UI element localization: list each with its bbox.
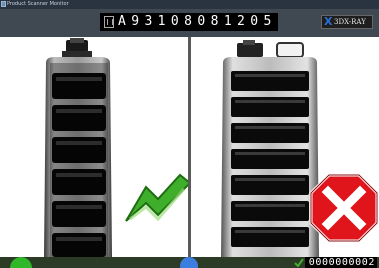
- brand-logo: X 3DX-RAY: [321, 15, 373, 29]
- scan-panel-left: [0, 37, 188, 257]
- barcode-scanner-icon: [104, 16, 114, 28]
- info-button[interactable]: [180, 257, 198, 268]
- xray-image-right: [221, 40, 379, 257]
- red-x-icon: [309, 173, 379, 243]
- barcode-value: A93108081205: [118, 14, 277, 29]
- green-checkmark-icon: [125, 173, 188, 222]
- app-icon: [1, 1, 6, 7]
- scan-panel-right: [191, 37, 379, 257]
- window-titlebar: Product Scanner Monitor: [0, 0, 379, 9]
- brand-x-mark: X: [324, 15, 333, 28]
- window-title: Product Scanner Monitor: [7, 1, 69, 7]
- barcode-display: A93108081205: [100, 13, 278, 31]
- xray-image-left: [44, 38, 188, 257]
- brand-name: 3DX-RAY: [334, 18, 366, 26]
- status-checkmark-icon: [294, 258, 304, 267]
- scan-counter: 0000000002: [305, 257, 377, 268]
